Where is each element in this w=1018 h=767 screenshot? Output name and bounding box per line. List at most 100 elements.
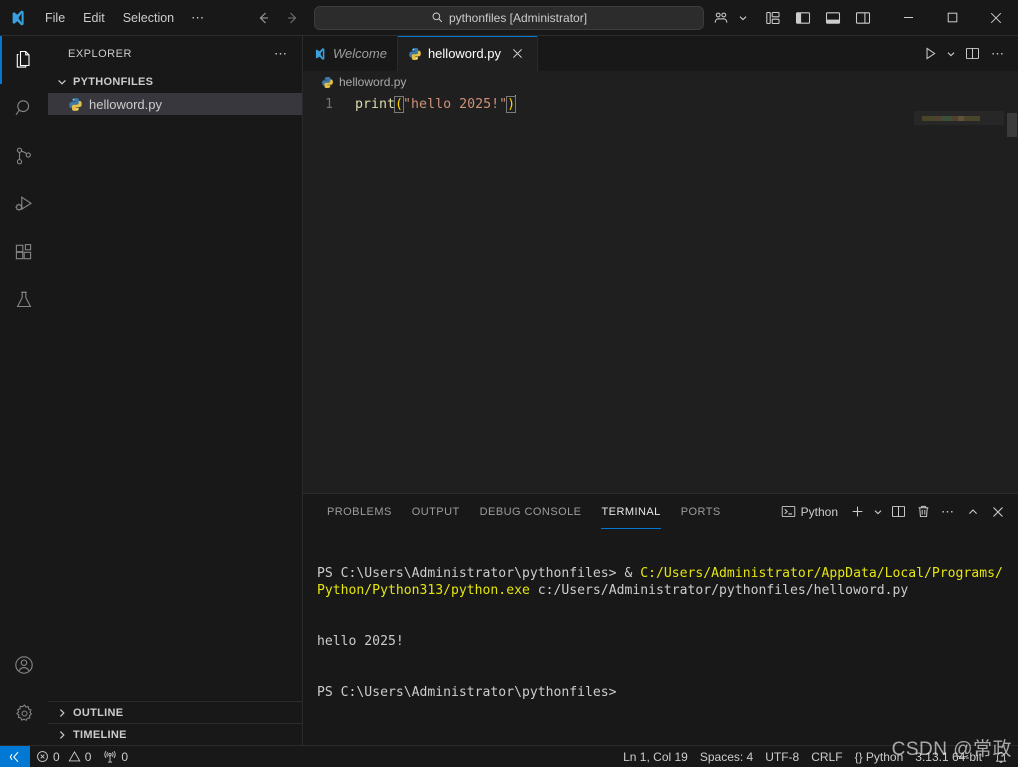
panel-tab-terminal[interactable]: TERMINAL: [591, 494, 670, 529]
editor-minimap[interactable]: [914, 93, 1004, 493]
bell-icon[interactable]: [988, 746, 1018, 767]
terminal-segment: hello 2025!: [317, 634, 404, 649]
panel-tab-debug-console[interactable]: DEBUG CONSOLE: [470, 494, 592, 529]
editor-column: Welcome helloword.py ⋯ helloword.py 1 pr…: [303, 36, 1018, 745]
status-eol[interactable]: CRLF: [805, 746, 848, 767]
explorer-folder-header[interactable]: PYTHONFILES: [48, 71, 302, 93]
ellipsis-icon[interactable]: ⋯: [986, 40, 1010, 68]
toggle-panel-icon[interactable]: [818, 3, 848, 33]
panel-tab-problems[interactable]: PROBLEMS: [317, 494, 402, 529]
activitybar-accounts[interactable]: [0, 641, 48, 689]
toggle-primary-sidebar-icon[interactable]: [788, 3, 818, 33]
editor-tab-bar: Welcome helloword.py ⋯: [303, 36, 1018, 71]
arrow-left-icon[interactable]: [253, 8, 273, 28]
menu-edit[interactable]: Edit: [75, 6, 113, 30]
status-python-interpreter[interactable]: 3.13.1 64-bit: [909, 746, 988, 767]
window-maximize-button[interactable]: [930, 0, 974, 35]
status-remote-indicator[interactable]: [0, 745, 30, 767]
toggle-secondary-sidebar-icon[interactable]: [848, 3, 878, 33]
activitybar-source-control[interactable]: [0, 132, 48, 180]
run-python-file-button[interactable]: [918, 40, 942, 68]
editor-tab-welcome[interactable]: Welcome: [303, 36, 398, 71]
code-editor[interactable]: 1 print("hello 2025!"): [303, 93, 1018, 493]
activitybar-settings[interactable]: [0, 689, 48, 737]
status-cursor-position[interactable]: Ln 1, Col 19: [617, 746, 694, 767]
status-language-mode[interactable]: {} Python: [849, 746, 910, 767]
line-number: 1: [325, 97, 333, 112]
trash-icon[interactable]: [911, 500, 935, 524]
terminal-line: PS C:\Users\Administrator\pythonfiles> &…: [317, 565, 1008, 599]
command-center-search[interactable]: pythonfiles [Administrator]: [314, 5, 704, 30]
status-encoding[interactable]: UTF-8: [759, 746, 805, 767]
close-icon[interactable]: [986, 500, 1010, 524]
code-line-1: 1 print("hello 2025!"): [303, 95, 1018, 114]
terminal-selector[interactable]: Python: [775, 501, 844, 522]
new-terminal-button[interactable]: [845, 500, 869, 524]
explorer-file-helloword[interactable]: helloword.py: [48, 93, 302, 115]
window-minimize-button[interactable]: [886, 0, 930, 35]
title-bar: File Edit Selection ⋯ pythonfiles [Admin…: [0, 0, 1018, 36]
search-icon: [431, 11, 444, 24]
activitybar-extensions[interactable]: [0, 228, 48, 276]
editor-tab-helloword[interactable]: helloword.py: [397, 36, 538, 71]
status-indentation[interactable]: Spaces: 4: [694, 746, 759, 767]
chevron-down-icon[interactable]: [870, 500, 885, 524]
terminal-segment: PS C:\Users\Administrator\pythonfiles> &: [317, 566, 641, 581]
ellipsis-icon[interactable]: ⋯: [270, 46, 292, 62]
warning-icon: [68, 750, 81, 763]
menu-overflow-button[interactable]: ⋯: [183, 8, 213, 28]
terminal-line: hello 2025!: [317, 633, 1008, 650]
vscode-logo-icon: [0, 0, 36, 36]
bottom-panel: PROBLEMS OUTPUT DEBUG CONSOLE TERMINAL P…: [303, 493, 1018, 745]
panel-header: PROBLEMS OUTPUT DEBUG CONSOLE TERMINAL P…: [303, 494, 1018, 529]
activitybar-run-debug[interactable]: [0, 180, 48, 228]
editor-tab-label: Welcome: [333, 46, 387, 61]
activitybar-testing[interactable]: [0, 276, 48, 324]
error-count: 0: [53, 749, 60, 764]
sidebar-section-outline[interactable]: OUTLINE: [48, 701, 302, 723]
split-editor-icon[interactable]: [960, 40, 984, 68]
terminal-selector-label: Python: [800, 504, 838, 519]
menu-file[interactable]: File: [37, 6, 73, 30]
close-icon[interactable]: [509, 45, 527, 63]
python-file-icon: [68, 97, 83, 112]
customize-layout-icon[interactable]: [758, 3, 788, 33]
activity-bar: [0, 36, 48, 745]
chevron-down-icon: [54, 74, 70, 90]
terminal-segment: c:/Users/Administrator/pythonfiles/hello…: [529, 583, 909, 598]
chevron-down-icon[interactable]: [736, 10, 750, 26]
python-file-icon: [321, 76, 334, 89]
terminal-line: PS C:\Users\Administrator\pythonfiles>: [317, 684, 1008, 701]
titlebar-right-actions: [706, 0, 1018, 36]
chevron-down-icon[interactable]: [944, 40, 958, 68]
sidebar-section-timeline[interactable]: TIMELINE: [48, 723, 302, 745]
status-errors-warnings[interactable]: 0 0: [30, 746, 97, 767]
activitybar-search[interactable]: [0, 84, 48, 132]
split-terminal-button[interactable]: [886, 500, 910, 524]
panel-actions: Python ⋯: [775, 500, 1010, 524]
breadcrumb[interactable]: helloword.py: [303, 71, 1018, 93]
menu-selection[interactable]: Selection: [115, 6, 182, 30]
timeline-label: TIMELINE: [73, 728, 127, 741]
explorer-folder-label: PYTHONFILES: [73, 76, 154, 88]
terminal-output[interactable]: PS C:\Users\Administrator\pythonfiles> &…: [303, 529, 1018, 745]
panel-tabs: PROBLEMS OUTPUT DEBUG CONSOLE TERMINAL P…: [317, 494, 731, 529]
tab-bar-filler: [537, 36, 918, 71]
workbench-body: EXPLORER ⋯ PYTHONFILES helloword.py OUTL…: [0, 36, 1018, 745]
window-close-button[interactable]: [974, 0, 1018, 35]
ports-count: 0: [121, 749, 129, 764]
status-bar: 0 0 0 Ln 1, Col 19 Spaces: 4 UTF-8 CRLF …: [0, 745, 1018, 767]
ellipsis-icon[interactable]: ⋯: [936, 500, 960, 524]
remote-explorer-icon[interactable]: [706, 3, 736, 33]
code-token-close-paren: ): [506, 96, 517, 113]
panel-tab-ports[interactable]: PORTS: [671, 494, 731, 529]
command-center-value: pythonfiles [Administrator]: [448, 10, 588, 25]
activitybar-explorer[interactable]: [0, 36, 48, 84]
editor-scrollbar[interactable]: [1004, 93, 1018, 493]
scrollbar-thumb[interactable]: [1007, 113, 1017, 137]
code-content[interactable]: print("hello 2025!"): [355, 95, 517, 114]
status-ports[interactable]: 0: [97, 746, 134, 767]
arrow-right-icon[interactable]: [283, 8, 303, 28]
chevron-up-icon[interactable]: [961, 500, 985, 524]
panel-tab-output[interactable]: OUTPUT: [402, 494, 470, 529]
